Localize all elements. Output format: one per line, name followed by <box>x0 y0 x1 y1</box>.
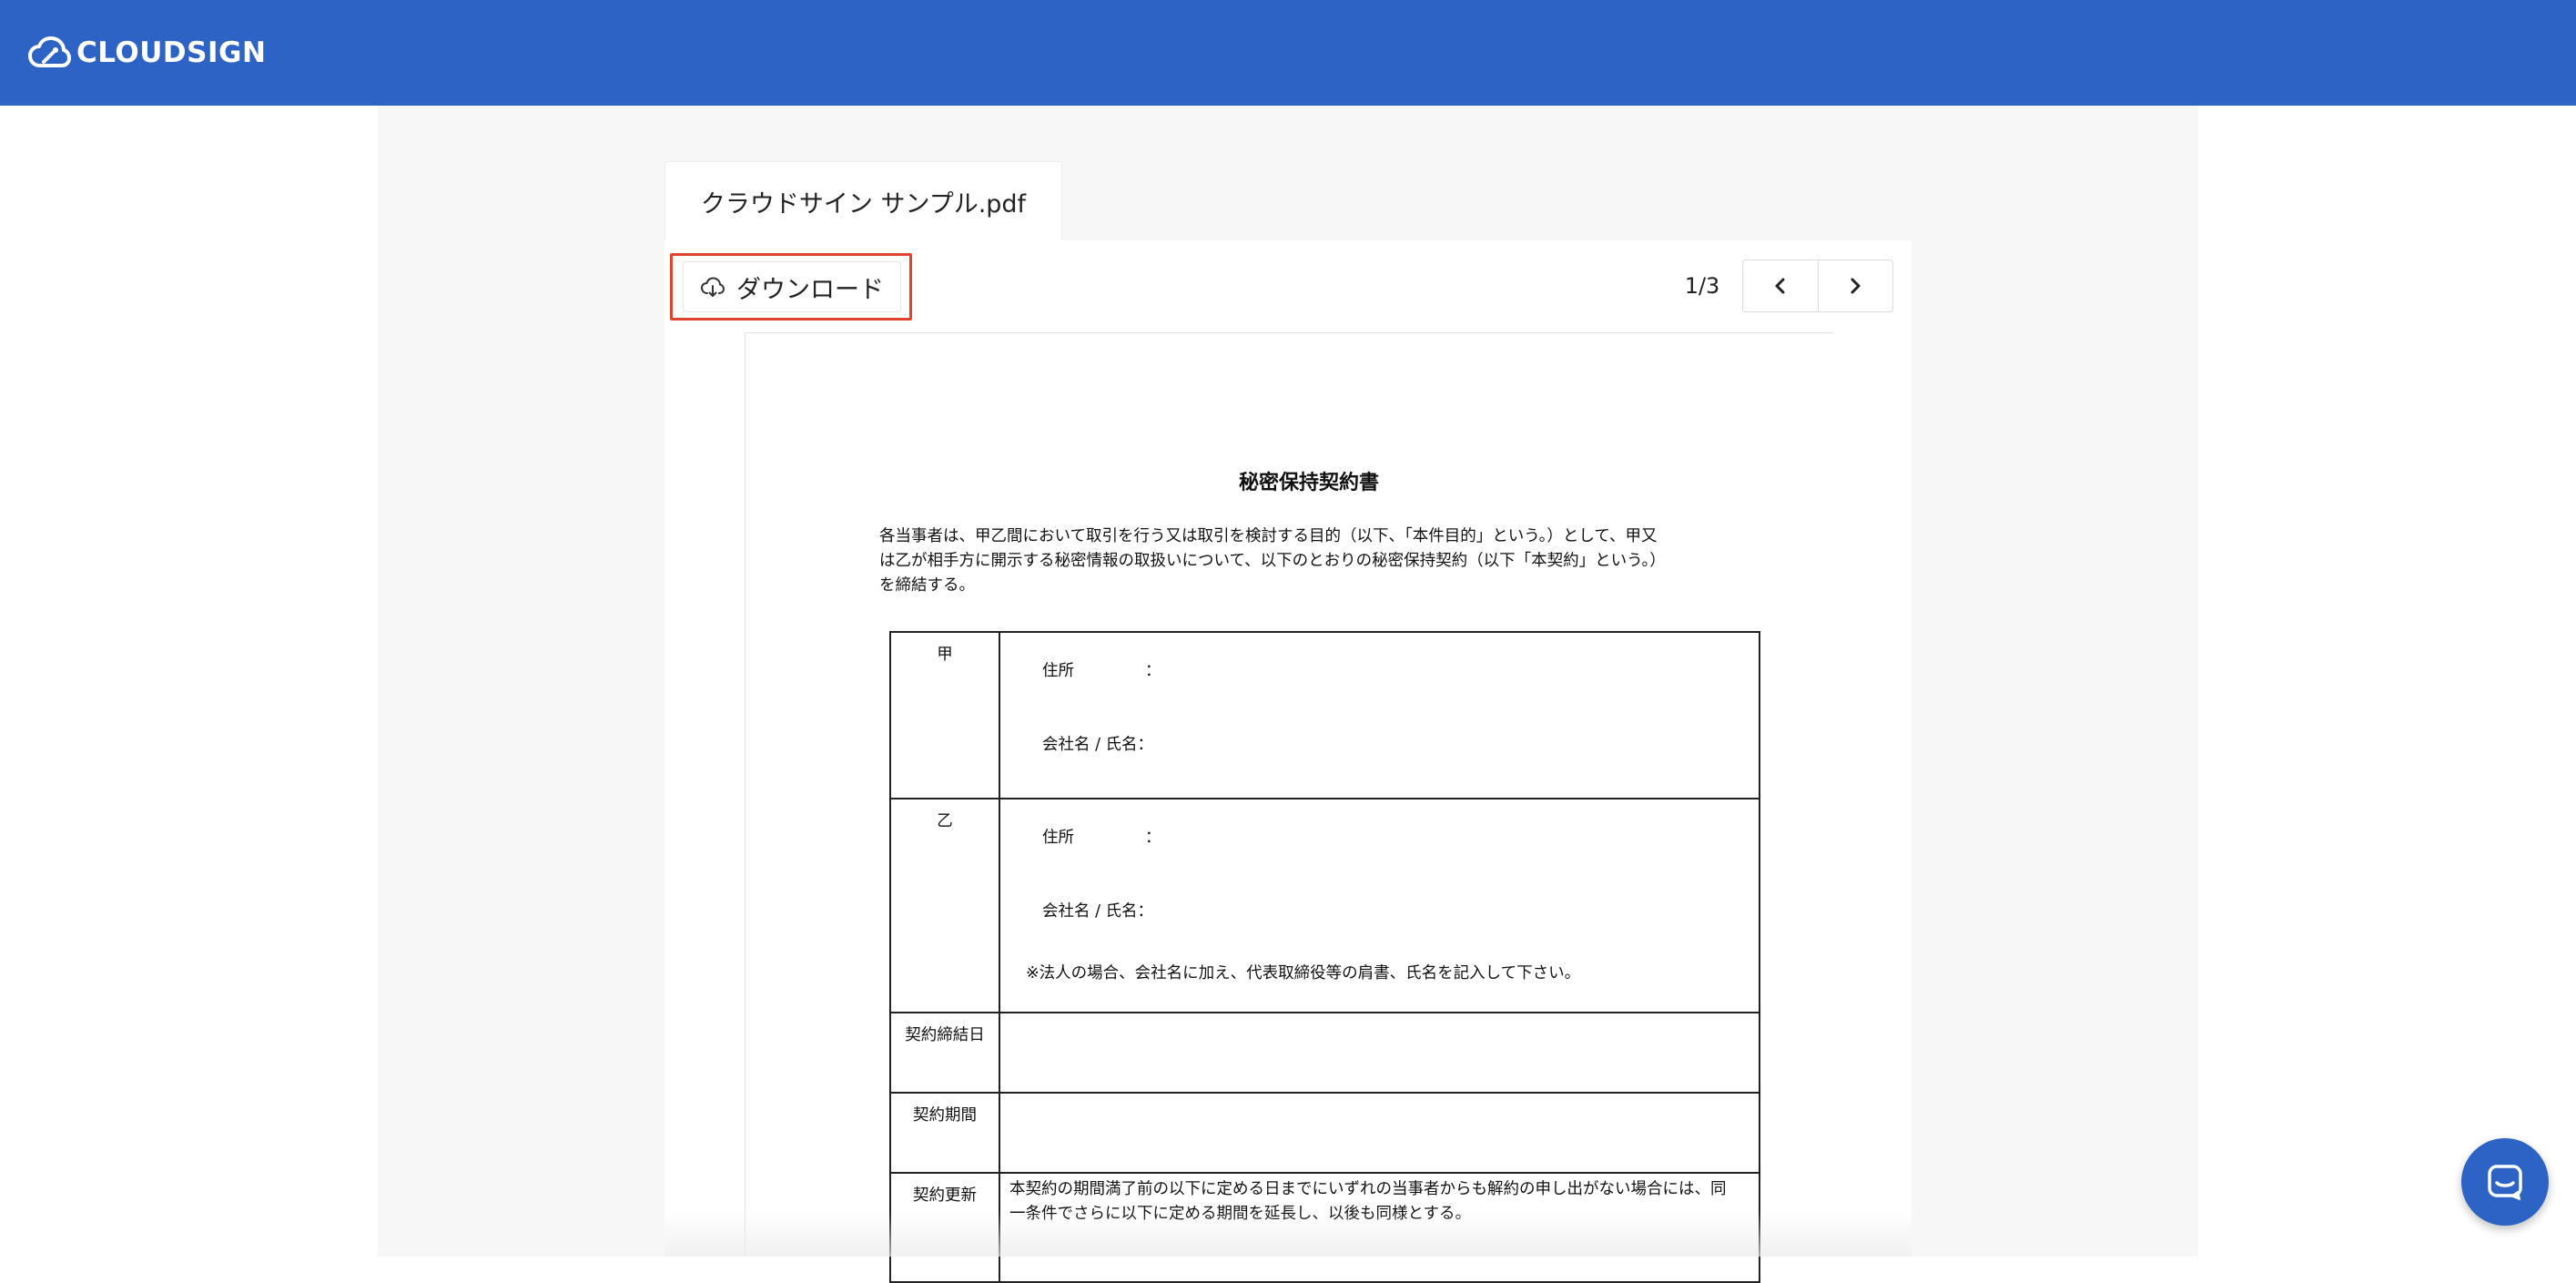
address-colon: ： <box>1145 829 1161 847</box>
table-row-party-b: 乙 住所 ： 会社名 / 氏名： ※法人の場合、会社名に加え、代表取締役等の肩書… <box>889 798 1760 1013</box>
chat-button[interactable] <box>2461 1138 2549 1226</box>
next-page-button[interactable] <box>1817 260 1893 311</box>
contract-period-cell <box>999 1092 1760 1174</box>
chevron-left-icon <box>1775 278 1785 294</box>
contract-date-label: 契約締結日 <box>889 1012 1000 1094</box>
table-row-period: 契約期間 <box>889 1092 1760 1174</box>
renewal-text: 本契約の期間満了前の以下に定める日までにいずれの当事者からも解約の申し出がない場… <box>1000 1174 1759 1227</box>
intro-line: は乙が相手方に開示する秘密情報の取扱いについて、以下のとおりの秘密保持契約（以下… <box>879 552 1666 570</box>
party-b-cell: 住所 ： 会社名 / 氏名： ※法人の場合、会社名に加え、代表取締役等の肩書、氏… <box>999 798 1760 1013</box>
address-key: 住所 <box>1042 829 1074 847</box>
name-key: 会社名 / 氏名： <box>1042 736 1154 754</box>
download-button[interactable]: ダウンロード <box>683 261 901 312</box>
brand-name: CLOUDSIGN <box>76 36 267 69</box>
contract-period-label: 契約期間 <box>889 1092 1000 1174</box>
address-colon: ： <box>1145 662 1161 680</box>
party-b-name-line: 会社名 / 氏名： <box>1000 873 1759 947</box>
intro-line: 各当事者は、甲乙間において取引を行う又は取引を検討する目的（以下、「本件目的」と… <box>879 527 1658 545</box>
cloud-pen-icon <box>28 36 71 67</box>
party-a-address-line: 住所 ： <box>1000 633 1759 707</box>
party-b-address-line: 住所 ： <box>1000 799 1759 873</box>
file-tab-label: クラウドサイン サンプル.pdf <box>700 190 1027 219</box>
party-a-label: 甲 <box>889 631 1000 799</box>
table-row-renewal: 契約更新 本契約の期間満了前の以下に定める日までにいずれの当事者からも解約の申し… <box>889 1172 1760 1283</box>
page-navigation <box>1742 260 1893 312</box>
contract-renewal-cell: 本契約の期間満了前の以下に定める日までにいずれの当事者からも解約の申し出がない場… <box>999 1172 1760 1283</box>
renewal-line: 本契約の期間満了前の以下に定める日までにいずれの当事者からも解約の申し出がない場… <box>1009 1180 1727 1198</box>
renewal-line: 一条件でさらに以下に定める期間を延長し、以後も同様とする。 <box>1009 1205 1471 1223</box>
document-intro: 各当事者は、甲乙間において取引を行う又は取引を検討する目的（以下、「本件目的」と… <box>879 524 1717 598</box>
app-header: CLOUDSIGN <box>0 0 2576 106</box>
contract-renewal-label: 契約更新 <box>889 1172 1000 1283</box>
party-a-cell: 住所 ： 会社名 / 氏名： <box>999 631 1760 799</box>
party-b-label: 乙 <box>889 798 1000 1013</box>
file-tab[interactable]: クラウドサイン サンプル.pdf <box>664 161 1062 241</box>
party-a-name-line: 会社名 / 氏名： <box>1000 707 1759 780</box>
chevron-right-icon <box>1851 278 1861 294</box>
table-row-date: 契約締結日 <box>889 1012 1760 1094</box>
chat-bubble-icon <box>2488 1165 2522 1200</box>
download-label: ダウンロード <box>736 275 884 304</box>
party-b-note: ※法人の場合、会社名に加え、代表取締役等の肩書、氏名を記入して下さい。 <box>1026 963 1581 983</box>
address-key: 住所 <box>1042 662 1074 680</box>
contract-date-cell <box>999 1012 1760 1094</box>
contract-table: 甲 住所 ： 会社名 / 氏名： 乙 住所 ： 会社名 / 氏名： ※法人の場合… <box>889 631 1760 1283</box>
cloudsign-logo[interactable]: CLOUDSIGN <box>27 35 266 71</box>
prev-page-button[interactable] <box>1743 260 1818 311</box>
cloud-download-icon <box>701 277 725 297</box>
page-indicator: 1/3 <box>1684 273 1720 299</box>
intro-line: を締結する。 <box>879 576 975 595</box>
table-row-party-a: 甲 住所 ： 会社名 / 氏名： <box>889 631 1760 799</box>
document-title: 秘密保持契約書 <box>1238 472 1379 494</box>
name-key: 会社名 / 氏名： <box>1042 902 1154 921</box>
